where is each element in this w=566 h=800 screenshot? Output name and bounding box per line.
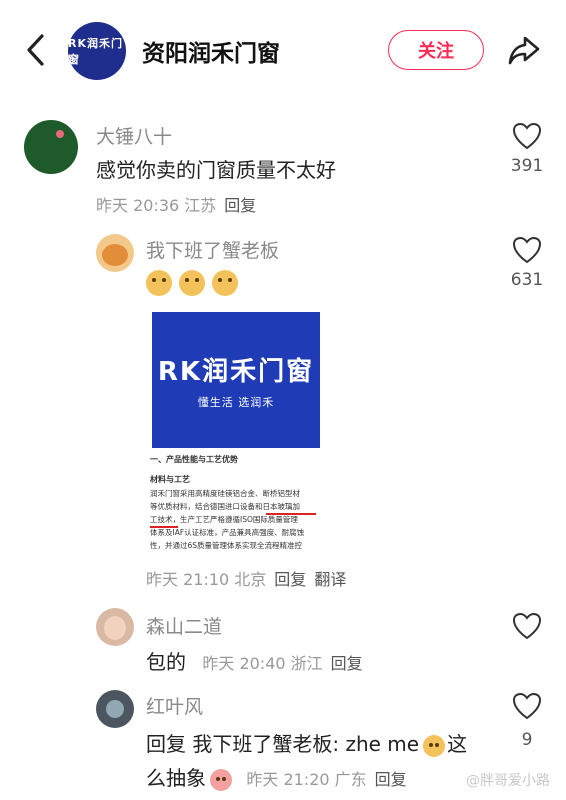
comment-time: 昨天 20:36 江苏 (96, 196, 217, 215)
watermark: @胖哥爱小路 (466, 773, 550, 789)
comment-text-line: 么抽象 (146, 766, 206, 790)
account-title[interactable]: 资阳润禾门窗 (142, 34, 280, 68)
comment-author[interactable]: 森山二道 (146, 612, 222, 639)
heart-icon[interactable] (512, 692, 542, 720)
heart-icon[interactable] (512, 236, 542, 264)
emoji-icon (179, 270, 206, 296)
reply-button[interactable]: 回复 (331, 654, 363, 673)
top-bar: RK润禾门窗 资阳润禾门窗 关注 (0, 0, 566, 100)
like-count: 9 (521, 730, 533, 750)
emoji-icon (146, 270, 172, 296)
comment-meta: 昨天 20:40 浙江 回复 (202, 654, 362, 673)
brand-banner: RK润禾门窗 懂生活 选润禾 (152, 312, 320, 448)
image-text-line: 材料与工艺 (150, 475, 190, 484)
comment-text-line: 回复 我下班了蟹老板: zhe me (146, 732, 420, 756)
comment-text: 感觉你卖的门窗质量不太好 (96, 158, 336, 182)
comment-image[interactable]: RK润禾门窗 懂生活 选润禾 一、产品性能与工艺优势 材料与工艺 润禾门窗采用高… (148, 308, 326, 558)
comment-text-body: 包的 (146, 650, 186, 674)
emoji-icon (423, 734, 446, 757)
avatar[interactable] (24, 120, 78, 174)
share-icon[interactable] (506, 32, 542, 68)
reply-button[interactable]: 回复 (224, 196, 256, 215)
reply-button[interactable]: 回复 (274, 570, 306, 589)
like-count: 631 (510, 270, 544, 290)
like-count: 391 (510, 156, 544, 176)
emoji-icon (210, 768, 232, 791)
image-text-line: 工技术，生产工艺严格遵循ISO国际质量管理 (150, 515, 298, 524)
comment-text: 回复 我下班了蟹老板: zhe me 这 (146, 728, 467, 757)
comment-text: 包的 昨天 20:40 浙江 回复 (146, 646, 363, 675)
comment-meta: 昨天 20:36 江苏 回复 (96, 192, 256, 216)
comment-text-tail: 这 (447, 732, 468, 756)
banner-slogan: 懂生活 选润禾 (197, 395, 275, 409)
avatar[interactable] (96, 608, 134, 646)
emoji-icon (212, 270, 239, 296)
reply-button[interactable]: 回复 (375, 770, 407, 789)
follow-button[interactable]: 关注 (388, 30, 484, 70)
heart-icon[interactable] (512, 612, 542, 640)
image-text-line: 一、产品性能与工艺优势 (150, 455, 238, 464)
comment-time: 昨天 21:20 广东 (246, 770, 367, 789)
translate-button[interactable]: 翻译 (314, 570, 346, 589)
image-text-line: 性，并通过6S质量管理体系实现全流程精准控 (150, 541, 303, 550)
comment-time: 昨天 20:40 浙江 (202, 654, 323, 673)
highlight-underline (266, 513, 316, 515)
image-text-line: 等优质材料，结合德国进口设备和日本玻璃加 (150, 502, 300, 511)
avatar[interactable] (96, 234, 134, 272)
back-arrow-icon[interactable] (22, 30, 52, 70)
comment-author[interactable]: 我下班了蟹老板 (146, 236, 279, 263)
avatar[interactable] (96, 690, 134, 728)
account-avatar[interactable]: RK润禾门窗 (68, 22, 126, 80)
emoji-row (146, 270, 240, 296)
highlight-underline (150, 526, 178, 528)
comment-text: 么抽象 昨天 21:20 广东 回复 (146, 762, 407, 791)
comment-time: 昨天 21:10 北京 (146, 570, 267, 589)
image-text-line: 润禾门窗采用高精度硅镁铝合金、断桥铝型材 (150, 489, 300, 498)
banner-brand: RK润禾门窗 (157, 356, 315, 387)
comment-meta: 昨天 21:20 广东 回复 (246, 770, 406, 789)
image-text-line: 体系及IAF认证标准，产品兼具高强度、耐腐蚀 (150, 528, 305, 537)
comment-author[interactable]: 大锤八十 (96, 122, 172, 149)
heart-icon[interactable] (512, 122, 542, 150)
comment-meta: 昨天 21:10 北京 回复 翻译 (146, 566, 346, 590)
comment-author[interactable]: 红叶风 (146, 692, 203, 719)
logo-text: RK润禾门窗 (68, 37, 123, 66)
